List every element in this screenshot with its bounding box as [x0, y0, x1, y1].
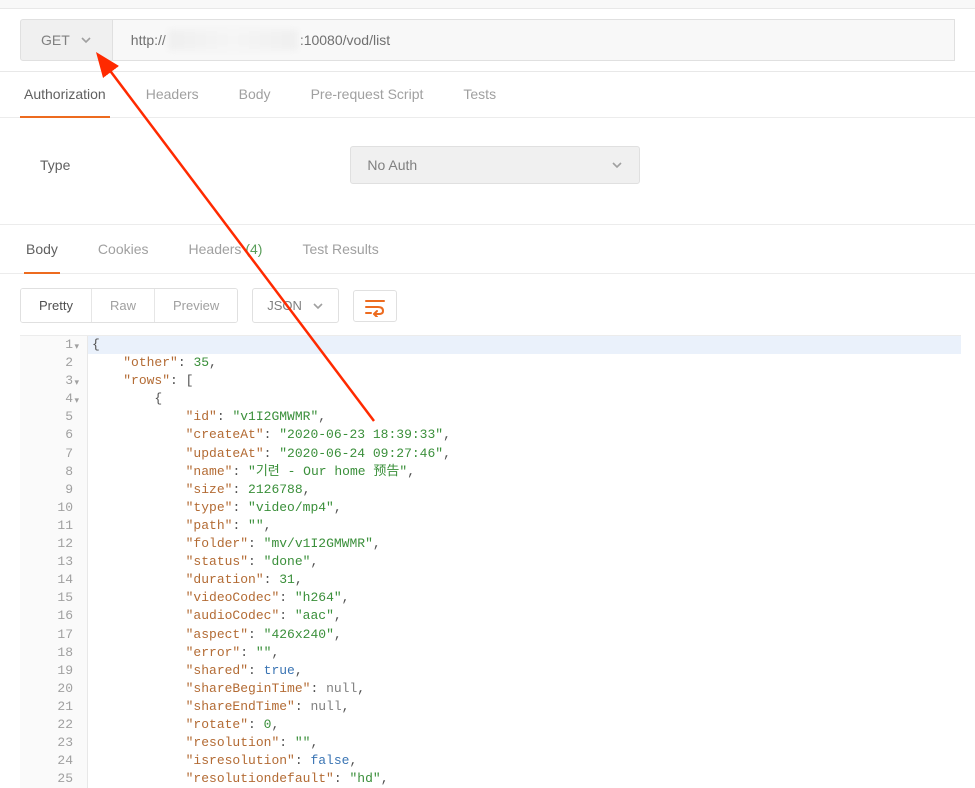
request-tabs: Authorization Headers Body Pre-request S… [0, 72, 975, 118]
url-input[interactable]: http:// :10080/vod/list [113, 19, 955, 61]
chevron-down-icon [80, 34, 92, 46]
auth-type-label: Type [40, 157, 70, 173]
view-preview[interactable]: Preview [154, 289, 237, 322]
chevron-down-icon [611, 159, 623, 171]
auth-type-value: No Auth [367, 157, 417, 173]
tab-headers[interactable]: Headers [142, 72, 203, 117]
format-select[interactable]: JSON [252, 288, 339, 323]
url-redacted-host [168, 30, 298, 50]
resp-tab-headers[interactable]: Headers (4) [187, 225, 265, 273]
response-body-viewer[interactable]: 1▾23▾4▾567891011121314151617181920212223… [20, 335, 961, 788]
wrap-lines-button[interactable] [353, 290, 397, 322]
view-pretty[interactable]: Pretty [21, 289, 91, 322]
view-raw[interactable]: Raw [91, 289, 154, 322]
url-prefix: http:// [131, 32, 166, 48]
wrap-icon [364, 297, 386, 317]
tab-authorization[interactable]: Authorization [20, 72, 110, 117]
http-method-label: GET [41, 32, 70, 48]
url-suffix: :10080/vod/list [300, 32, 390, 48]
chevron-down-icon [312, 300, 324, 312]
tab-tests[interactable]: Tests [459, 72, 500, 117]
resp-headers-count: (4) [245, 241, 262, 257]
http-method-select[interactable]: GET [20, 19, 113, 61]
response-tabs: Body Cookies Headers (4) Test Results [0, 225, 975, 274]
format-label: JSON [267, 298, 302, 313]
resp-tab-testresults[interactable]: Test Results [300, 225, 380, 273]
auth-type-select[interactable]: No Auth [350, 146, 640, 184]
tab-body[interactable]: Body [235, 72, 275, 117]
view-mode-group: Pretty Raw Preview [20, 288, 238, 323]
resp-tab-body[interactable]: Body [24, 225, 60, 273]
resp-tab-cookies[interactable]: Cookies [96, 225, 151, 273]
tab-prerequest[interactable]: Pre-request Script [307, 72, 428, 117]
